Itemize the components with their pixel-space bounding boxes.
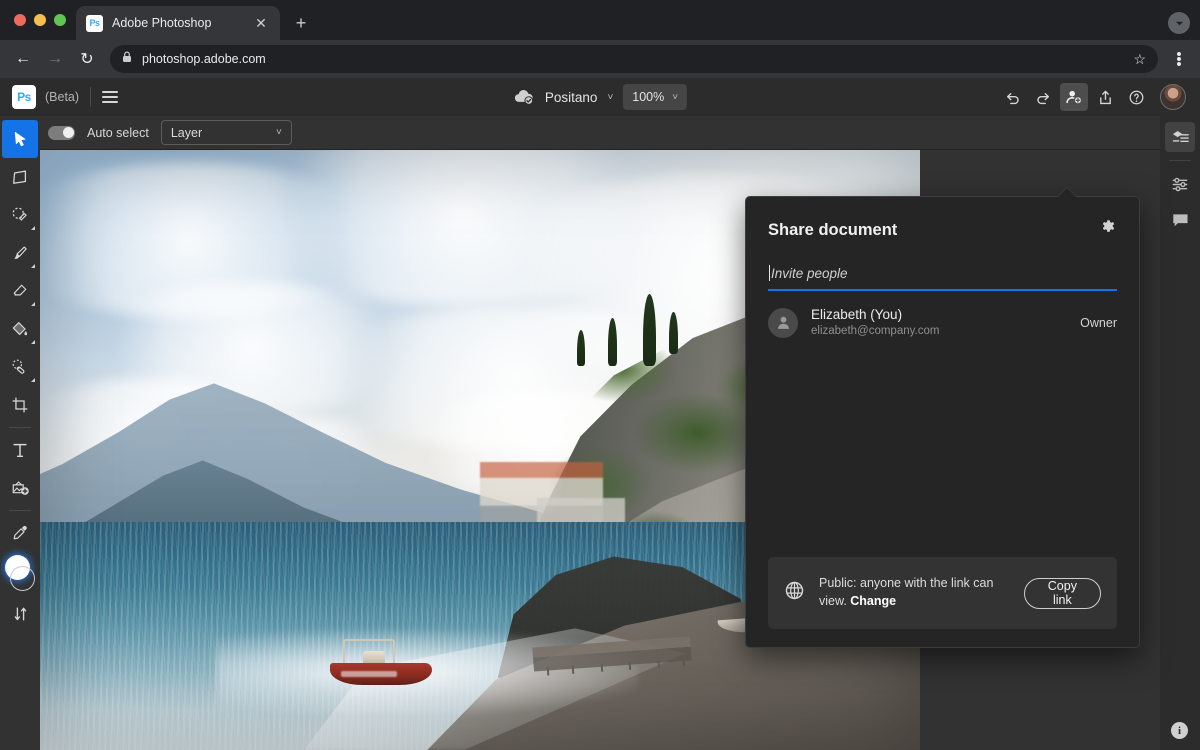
close-window-button[interactable]: [14, 14, 26, 26]
user-avatar[interactable]: [1160, 84, 1186, 110]
gear-icon[interactable]: [1100, 219, 1117, 241]
help-button[interactable]: [1122, 83, 1150, 111]
globe-icon: [784, 580, 805, 606]
object-selection-tool[interactable]: [2, 196, 38, 234]
tool-expand-corner: [31, 226, 35, 230]
link-sharing-bar: Public: anyone with the link can view. C…: [768, 557, 1117, 629]
dock-divider: [1169, 160, 1191, 161]
share-dialog-header: Share document: [746, 197, 1139, 241]
avatar: [768, 308, 798, 338]
share-dialog-title: Share document: [768, 221, 897, 240]
transform-tool[interactable]: [2, 158, 38, 196]
text-cursor: [769, 265, 770, 281]
collaborator-info: Elizabeth (You) elizabeth@company.com: [811, 307, 939, 339]
tool-palette: [0, 116, 40, 750]
chevron-down-icon[interactable]: [1168, 12, 1190, 34]
photoshop-favicon: Ps: [86, 15, 103, 32]
zoom-level-value: 100%: [632, 90, 664, 104]
link-sharing-text: Public: anyone with the link can view.: [819, 576, 993, 608]
swap-colors-button[interactable]: [2, 595, 38, 633]
tab-strip: Ps Adobe Photoshop ✕ +: [0, 0, 1200, 40]
collaborator-name: Elizabeth (You): [811, 307, 939, 324]
paint-bucket-tool[interactable]: [2, 310, 38, 348]
invite-people-field[interactable]: [768, 263, 1117, 291]
photoshop-app: Ps (Beta) Positano ˅ 100% ˅: [0, 78, 1200, 750]
place-image-tool[interactable]: [2, 469, 38, 507]
back-button[interactable]: ←: [8, 44, 38, 74]
zoom-chevron-down-icon: ˅: [672, 92, 678, 103]
header-actions: [998, 83, 1192, 111]
forward-button[interactable]: →: [40, 44, 70, 74]
invite-people-input[interactable]: [768, 263, 1117, 291]
eraser-tool[interactable]: [2, 272, 38, 310]
auto-select-label: Auto select: [87, 126, 149, 140]
panel-dock: [1160, 116, 1200, 750]
reload-button[interactable]: ↻: [72, 44, 102, 74]
photoshop-header: Ps (Beta) Positano ˅ 100% ˅: [0, 78, 1200, 116]
document-chevron-down-icon[interactable]: ˅: [607, 92, 613, 103]
browser-tab[interactable]: Ps Adobe Photoshop ✕: [76, 6, 280, 40]
comments-panel-button[interactable]: [1165, 205, 1195, 235]
tab-title: Adobe Photoshop: [112, 16, 243, 30]
maximize-window-button[interactable]: [54, 14, 66, 26]
dialog-pointer: [1058, 188, 1076, 197]
eyedropper-tool[interactable]: [2, 514, 38, 552]
collaborator-role: Owner: [1080, 316, 1117, 330]
new-tab-button[interactable]: +: [287, 9, 315, 37]
collaborator-row: Elizabeth (You) elizabeth@company.com Ow…: [746, 291, 1139, 339]
move-tool[interactable]: [2, 120, 38, 158]
tool-expand-corner: [31, 378, 35, 382]
tool-divider: [9, 510, 31, 511]
healing-brush-tool[interactable]: [2, 348, 38, 386]
auto-select-scope-dropdown[interactable]: Layer ˅: [161, 120, 292, 145]
tool-options-bar: Auto select Layer ˅: [0, 116, 1200, 150]
window-controls: [12, 0, 76, 40]
photoshop-logo: Ps: [12, 85, 36, 109]
crop-tool[interactable]: [2, 386, 38, 424]
link-sharing-note: Public: anyone with the link can view. C…: [819, 575, 1024, 611]
auto-select-scope-value: Layer: [171, 126, 202, 140]
color-swatches[interactable]: [3, 555, 37, 595]
lock-icon: [122, 50, 132, 68]
auto-select-toggle[interactable]: [48, 126, 75, 140]
minimize-window-button[interactable]: [34, 14, 46, 26]
collaborator-email: elizabeth@company.com: [811, 324, 939, 339]
tool-divider: [9, 427, 31, 428]
info-badge[interactable]: i: [1171, 722, 1188, 739]
header-divider: [90, 87, 91, 107]
beta-label: (Beta): [45, 90, 79, 104]
tool-expand-corner: [31, 340, 35, 344]
background-color-swatch[interactable]: [10, 566, 35, 591]
undo-button[interactable]: [998, 83, 1026, 111]
copy-link-button[interactable]: Copy link: [1024, 578, 1101, 609]
share-document-dialog: Share document Elizabeth (You): [745, 196, 1140, 648]
brush-tool[interactable]: [2, 234, 38, 272]
type-tool[interactable]: [2, 431, 38, 469]
tool-expand-corner: [31, 302, 35, 306]
browser-menu-icon[interactable]: •••: [1166, 52, 1192, 67]
zoom-selector[interactable]: 100% ˅: [623, 84, 687, 110]
main-menu-icon[interactable]: [102, 91, 118, 102]
share-button[interactable]: [1060, 83, 1088, 111]
document-name[interactable]: Positano: [545, 90, 598, 105]
tool-expand-corner: [31, 264, 35, 268]
change-link-button[interactable]: Change: [850, 594, 896, 608]
tabstrip-actions: [1168, 12, 1190, 34]
adjustments-panel-button[interactable]: [1165, 169, 1195, 199]
url-input[interactable]: photoshop.adobe.com ☆: [110, 45, 1158, 73]
browser-window: Ps Adobe Photoshop ✕ + ← → ↻ photoshop.a…: [0, 0, 1200, 750]
document-controls: Positano ˅ 100% ˅: [513, 84, 687, 110]
export-button[interactable]: [1091, 83, 1119, 111]
close-tab-icon[interactable]: ✕: [252, 14, 270, 32]
layers-panel-button[interactable]: [1165, 122, 1195, 152]
cloud-saved-icon: [513, 89, 535, 105]
url-text: photoshop.adobe.com: [142, 52, 266, 66]
bookmark-star-icon[interactable]: ☆: [1133, 51, 1146, 68]
address-bar: ← → ↻ photoshop.adobe.com ☆ •••: [0, 40, 1200, 78]
redo-button[interactable]: [1029, 83, 1057, 111]
chevron-down-icon: ˅: [276, 127, 282, 138]
